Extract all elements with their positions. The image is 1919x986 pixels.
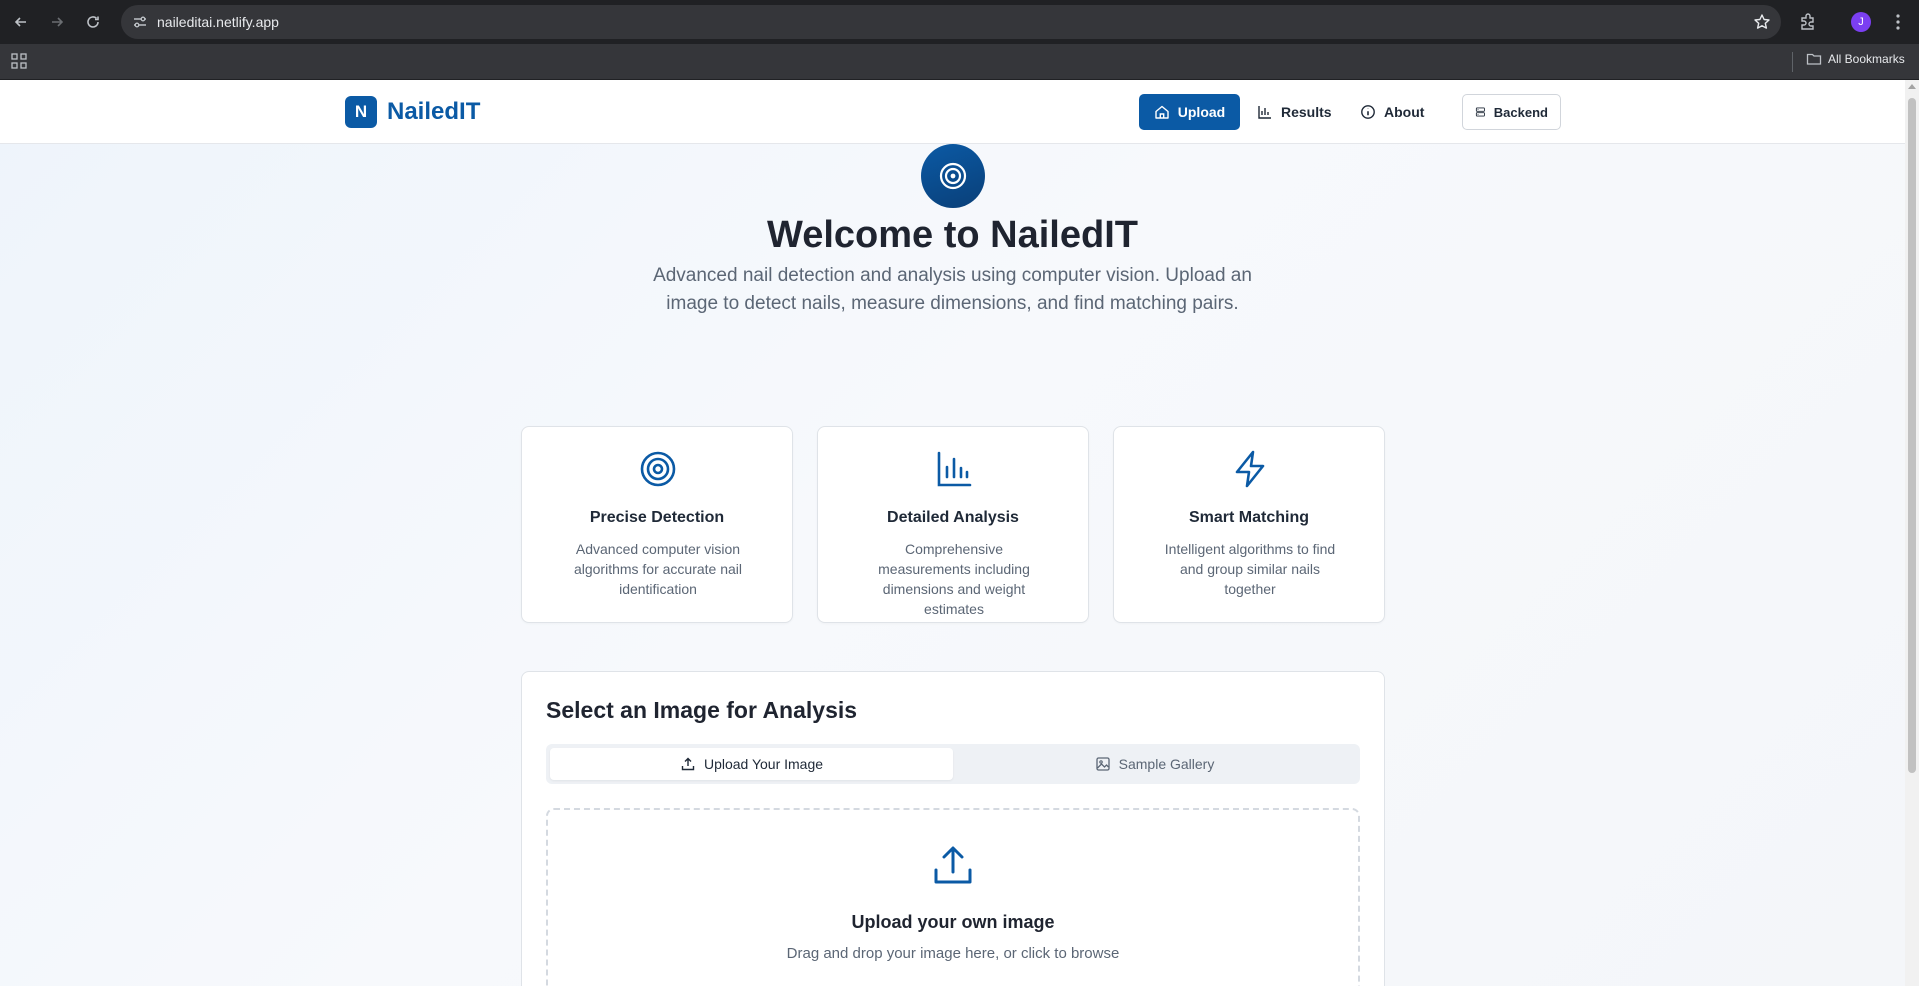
upload-dropzone[interactable]: Upload your own image Drag and drop your… [546,808,1360,986]
nav-about-button[interactable]: About [1348,94,1436,130]
bar-chart-icon [937,451,972,487]
feature-title: Detailed Analysis [887,509,1019,526]
tab-upload-label: Upload Your Image [703,756,824,772]
feature-description: Intelligent algorithms to find and group… [1164,541,1336,597]
hero-subtitle: Advanced nail detection and analysis usi… [653,265,1252,314]
bookmark-star-icon[interactable] [1753,13,1771,31]
feature-card-precise-detection: Precise Detection Advanced computer visi… [521,426,793,623]
panel-title: Select an Image for Analysis [546,697,858,723]
all-bookmarks-label: All Bookmarks [1828,52,1905,66]
tab-sample-gallery[interactable]: Sample Gallery [953,748,1356,780]
hero-title: Welcome to NailedIT [767,214,1138,256]
page-scrollbar[interactable] [1905,80,1919,986]
upload-icon [681,757,695,771]
dropzone-title: Upload your own image [851,912,1055,932]
site-header: N NailedIT Upload Results About Backend [0,80,1905,144]
target-icon [939,162,967,190]
bar-chart-icon [1258,106,1271,119]
feature-card-detailed-analysis: Detailed Analysis Comprehensive measurem… [817,426,1089,623]
address-bar[interactable]: naileditai.netlify.app [121,5,1781,39]
bookmarks-bar: All Bookmarks [0,44,1919,80]
arrow-left-icon [14,17,26,27]
nav-upload-label: Upload [1177,104,1226,120]
feature-card-smart-matching: Smart Matching Intelligent algorithms to… [1113,426,1385,623]
nav-results-button[interactable]: Results [1245,94,1344,130]
apps-grid-icon[interactable] [10,52,28,70]
folder-icon [1806,53,1822,65]
home-icon [1155,105,1169,119]
target-icon [640,451,676,487]
hero-target-badge [921,144,985,208]
reload-button[interactable] [81,10,105,34]
feature-title: Smart Matching [1188,509,1309,526]
bookmarks-separator [1792,52,1793,72]
feature-description: Comprehensive measurements including dim… [878,541,1030,617]
nav-results-label: Results [1281,104,1332,120]
profile-avatar[interactable]: J [1851,12,1871,32]
logo-text: NailedIT [387,98,481,125]
page-viewport: N NailedIT Upload Results About Backend … [0,80,1905,986]
logo-badge: N [345,96,377,128]
nav-upload-button[interactable]: Upload [1139,94,1240,130]
forward-button[interactable] [45,10,69,34]
tab-upload-your-image[interactable]: Upload Your Image [550,748,953,780]
scroll-up-arrow-icon[interactable] [1908,84,1916,89]
browser-menu-icon[interactable] [1888,12,1908,32]
nav-backend-label: Backend [1493,104,1548,120]
image-icon [1095,757,1110,771]
tab-gallery-label: Sample Gallery [1118,756,1215,772]
url-text[interactable]: naileditai.netlify.app [157,14,279,30]
reload-icon [87,16,99,28]
nav-about-label: About [1384,104,1425,120]
lightning-icon [1235,450,1265,488]
dropzone-subtitle: Drag and drop your image here, or click … [786,945,1120,962]
site-logo[interactable]: N NailedIT [345,96,480,128]
feature-description: Advanced computer vision algorithms for … [573,541,743,597]
arrow-right-icon [52,17,64,27]
all-bookmarks-button[interactable]: All Bookmarks [1806,51,1905,67]
back-button[interactable] [9,10,33,34]
extensions-icon[interactable] [1798,12,1818,32]
upload-icon [934,846,972,884]
site-settings-icon[interactable] [131,13,149,31]
browser-toolbar: naileditai.netlify.app J [0,0,1919,44]
info-icon [1361,105,1375,119]
source-tabs: Upload Your Image Sample Gallery [546,744,1360,784]
feature-title: Precise Detection [589,509,725,526]
server-icon [1475,107,1485,117]
image-selection-panel: Select an Image for Analysis Upload Your… [521,671,1385,986]
nav-backend-button[interactable]: Backend [1462,94,1561,130]
scrollbar-thumb[interactable] [1908,98,1916,773]
